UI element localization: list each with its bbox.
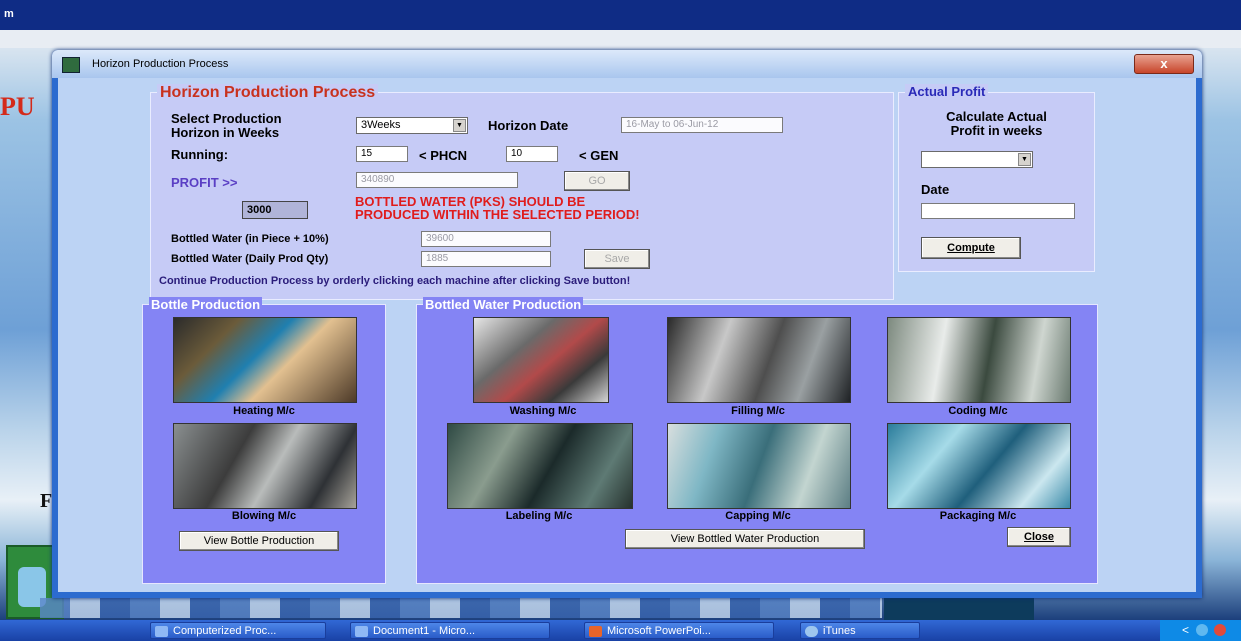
app-icon bbox=[62, 57, 80, 73]
top-bar-title: m bbox=[4, 8, 14, 20]
running-label: Running: bbox=[171, 147, 229, 162]
chevron-down-icon[interactable]: ▼ bbox=[1018, 153, 1031, 166]
bottled-water-production-group: Bottled Water Production Washing M/c Fil… bbox=[416, 297, 1098, 584]
taskbar: Computerized Proc... Document1 - Micro..… bbox=[0, 620, 1241, 641]
filling-machine-image[interactable] bbox=[667, 317, 851, 403]
daily-label: Bottled Water (Daily Prod Qty) bbox=[171, 253, 329, 265]
compute-button[interactable]: Compute bbox=[921, 237, 1021, 259]
profit-field[interactable]: 340890 bbox=[356, 172, 518, 188]
save-button[interactable]: Save bbox=[584, 249, 650, 269]
capping-machine-image[interactable] bbox=[667, 423, 851, 509]
date-label: Date bbox=[921, 182, 950, 197]
background-wave-strip bbox=[40, 598, 882, 618]
coding-machine-image[interactable] bbox=[887, 317, 1071, 403]
washing-label[interactable]: Washing M/c bbox=[473, 405, 613, 417]
window-icon bbox=[155, 626, 168, 637]
calc-profit-label-1: Calculate Actual bbox=[946, 109, 1047, 124]
go-button[interactable]: GO bbox=[564, 171, 630, 191]
blowing-machine-image[interactable] bbox=[173, 423, 357, 509]
labeling-machine-image[interactable] bbox=[447, 423, 633, 509]
gen-field[interactable]: 10 bbox=[506, 146, 558, 162]
taskbar-item-computerized[interactable]: Computerized Proc... bbox=[150, 622, 326, 639]
select-production-label: Select Production bbox=[171, 111, 282, 126]
horizon-date-field[interactable]: 16-May to 06-Jun-12 bbox=[621, 117, 783, 133]
actual-profit-legend: Actual Profit bbox=[905, 84, 989, 99]
gen-label: < GEN bbox=[579, 148, 619, 163]
blowing-label[interactable]: Blowing M/c bbox=[194, 510, 334, 522]
window-titlebar[interactable]: Horizon Production Process x bbox=[52, 50, 1202, 78]
weeks-select[interactable]: 3Weeks ▼ bbox=[356, 117, 468, 134]
taskbar-item-powerpoint[interactable]: Microsoft PowerPoi... bbox=[584, 622, 774, 639]
washing-machine-image[interactable] bbox=[473, 317, 609, 403]
taskbar-item-label: iTunes bbox=[823, 625, 856, 637]
packaging-label[interactable]: Packaging M/c bbox=[908, 510, 1048, 522]
horizon-process-group: Horizon Production Process Select Produc… bbox=[150, 84, 894, 300]
daily-field[interactable]: 1885 bbox=[421, 251, 551, 267]
background-letter: F bbox=[40, 490, 53, 512]
calc-profit-label-2: Profit in weeks bbox=[950, 123, 1043, 138]
window-title: Horizon Production Process bbox=[92, 58, 229, 70]
desktop-top-bar: m bbox=[0, 0, 1241, 30]
taskbar-item-itunes[interactable]: iTunes bbox=[800, 622, 920, 639]
tray-expand-icon[interactable]: < bbox=[1182, 623, 1189, 637]
heating-machine-image[interactable] bbox=[173, 317, 357, 403]
horizon-date-label: Horizon Date bbox=[488, 118, 569, 133]
view-bottled-water-production-button[interactable]: View Bottled Water Production bbox=[625, 529, 865, 549]
bottle-production-group: Bottle Production Heating M/c Blowing M/… bbox=[142, 297, 386, 584]
packaging-machine-image[interactable] bbox=[887, 423, 1071, 509]
system-tray: < bbox=[1160, 620, 1241, 641]
network-icon[interactable] bbox=[1196, 624, 1208, 636]
filling-label[interactable]: Filling M/c bbox=[688, 405, 828, 417]
piece-label: Bottled Water (in Piece + 10%) bbox=[171, 233, 329, 245]
window-close-button[interactable]: x bbox=[1134, 54, 1194, 74]
water-production-legend: Bottled Water Production bbox=[423, 297, 584, 312]
word-icon bbox=[355, 626, 368, 637]
date-field[interactable] bbox=[921, 203, 1075, 219]
window-client-area: Horizon Production Process Select Produc… bbox=[58, 78, 1196, 592]
horizon-weeks-label: Horizon in Weeks bbox=[171, 125, 280, 140]
desktop-strip bbox=[0, 30, 1241, 48]
labeling-label[interactable]: Labeling M/c bbox=[469, 510, 609, 522]
chevron-down-icon[interactable]: ▼ bbox=[453, 119, 466, 132]
background-red-text: PU bbox=[0, 92, 35, 121]
taskbar-item-label: Document1 - Micro... bbox=[373, 625, 476, 637]
profit-label: PROFIT >> bbox=[171, 175, 238, 190]
powerpoint-icon bbox=[589, 626, 602, 637]
security-alert-icon[interactable] bbox=[1214, 624, 1226, 636]
horizon-window: Horizon Production Process x Horizon Pro… bbox=[52, 50, 1202, 598]
capping-label[interactable]: Capping M/c bbox=[688, 510, 828, 522]
warning-line-2: PRODUCED WITHIN THE SELECTED PERIOD! bbox=[355, 207, 640, 222]
profit-weeks-select[interactable]: ▼ bbox=[921, 151, 1033, 168]
quantity-display: 3000 bbox=[242, 201, 308, 219]
actual-profit-group: Actual Profit Calculate Actual Profit in… bbox=[898, 84, 1095, 272]
bottle-production-legend: Bottle Production bbox=[149, 297, 263, 312]
background-dark-image bbox=[884, 596, 1034, 620]
phcn-field[interactable]: 15 bbox=[356, 146, 408, 162]
heating-label[interactable]: Heating M/c bbox=[194, 405, 334, 417]
horizon-process-legend: Horizon Production Process bbox=[157, 84, 379, 102]
taskbar-item-label: Microsoft PowerPoi... bbox=[607, 625, 711, 637]
taskbar-item-document[interactable]: Document1 - Micro... bbox=[350, 622, 550, 639]
view-bottle-production-button[interactable]: View Bottle Production bbox=[179, 531, 339, 551]
coding-label[interactable]: Coding M/c bbox=[908, 405, 1048, 417]
weeks-select-value: 3Weeks bbox=[361, 119, 401, 131]
phcn-label: < PHCN bbox=[419, 148, 468, 163]
taskbar-item-label: Computerized Proc... bbox=[173, 625, 277, 637]
piece-field[interactable]: 39600 bbox=[421, 231, 551, 247]
instructions-text: Continue Production Process by orderly c… bbox=[159, 275, 631, 287]
close-button[interactable]: Close bbox=[1007, 527, 1071, 547]
itunes-icon bbox=[805, 626, 818, 637]
